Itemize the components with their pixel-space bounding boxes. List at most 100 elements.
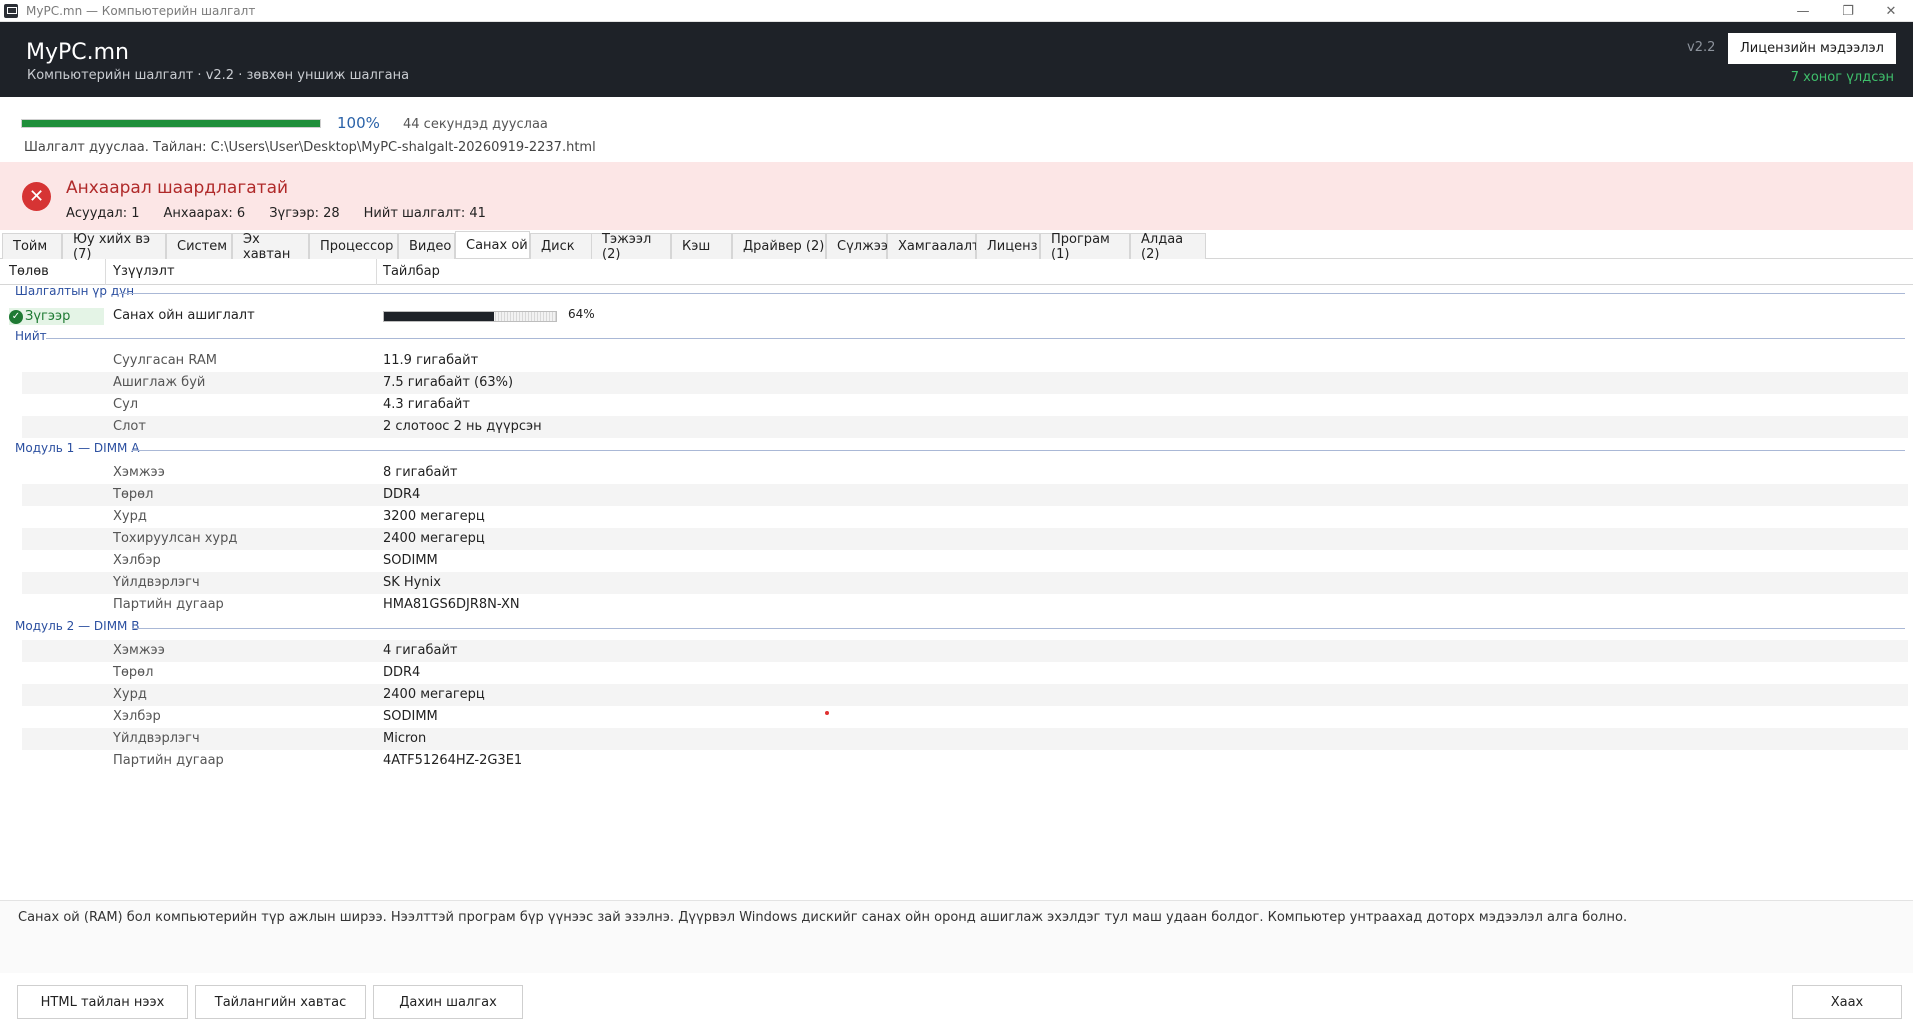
row-key: Слот (113, 419, 146, 434)
row-value: DDR4 (383, 665, 421, 680)
section-title: Нийт (15, 329, 47, 343)
alert-title: Анхаарал шаардлагатай (66, 178, 289, 198)
row-key: Суулгасан RAM (113, 353, 217, 368)
column-divider[interactable] (105, 259, 106, 285)
table-row[interactable]: Үйлдвэрлэгч Micron (22, 728, 1908, 750)
close-window-button[interactable]: ✕ (1869, 0, 1913, 22)
row-key: Хурд (113, 509, 147, 524)
license-info-button[interactable]: Лицензийн мэдээлэл (1728, 33, 1896, 64)
row-value: 2 слотоос 2 нь дүүрсэн (383, 419, 542, 434)
tab-overview[interactable]: Тойм (2, 233, 62, 259)
row-value: 4.3 гигабайт (383, 397, 470, 412)
table-row[interactable]: Тохируулсан хурд 2400 мегагерц (22, 528, 1908, 550)
row-key: Төрөл (113, 487, 154, 502)
tab-motherboard[interactable]: Эх хавтан (232, 232, 309, 262)
column-status[interactable]: Төлөв (9, 264, 49, 279)
table-row[interactable]: Хэмжээ 8 гигабайт (22, 462, 1908, 484)
scan-progress-percent: 100% (337, 114, 380, 132)
section-divider (132, 450, 1905, 451)
table-row[interactable]: Хэлбэр SODIMM (22, 550, 1908, 572)
row-value: SK Hynix (383, 575, 441, 590)
scan-progress-fill (22, 120, 320, 127)
tab-strip: Тойм Юу хийх вэ (7) Систем Эх хавтан Про… (0, 231, 1913, 262)
row-value: SODIMM (383, 709, 438, 724)
column-description[interactable]: Тайлбар (383, 264, 440, 279)
tab-security[interactable]: Хамгаалалт (887, 233, 980, 259)
row-key: Сул (113, 397, 139, 412)
row-key: Хэлбэр (113, 553, 161, 568)
row-key: Үйлдвэрлэгч (113, 731, 200, 746)
section-divider (46, 338, 1905, 339)
row-key: Төрөл (113, 665, 154, 680)
tab-programs[interactable]: Програм (1) (1040, 232, 1130, 262)
check-circle-icon: ✓ (9, 309, 23, 324)
table-row[interactable]: Хэмжээ 4 гигабайт (22, 640, 1908, 662)
tab-errors[interactable]: Алдаа (2) (1130, 232, 1206, 262)
table-row[interactable]: Сул 4.3 гигабайт (22, 394, 1908, 416)
close-button[interactable]: Хаах (1792, 985, 1902, 1019)
tab-disk[interactable]: Диск (530, 233, 595, 259)
table-row[interactable]: Суулгасан RAM 11.9 гигабайт (22, 350, 1908, 372)
section-header: Модуль 1 — DIMM A (15, 441, 1905, 459)
tab-cache[interactable]: Кэш (671, 233, 732, 259)
row-key: Санах ойн ашиглалт (113, 308, 255, 323)
scan-duration: 44 секундэд дууслаа (403, 117, 548, 132)
report-folder-button[interactable]: Тайлангийн хавтас (195, 985, 366, 1019)
memory-usage-bar (383, 311, 557, 322)
tab-system[interactable]: Систем (166, 233, 232, 259)
row-value: 3200 мегагерц (383, 509, 485, 524)
section-header: Модуль 2 — DIMM B (15, 619, 1905, 637)
section-title: Модуль 2 — DIMM B (15, 619, 140, 633)
table-row[interactable]: Хурд 3200 мегагерц (22, 506, 1908, 528)
table-row[interactable]: ✓ Зүгээр Санах ойн ашиглалт (0, 305, 1908, 327)
table-row[interactable]: Партийн дугаар 4ATF51264HZ-2G3E1 (22, 750, 1908, 772)
memory-usage-fill (384, 312, 495, 321)
column-divider[interactable] (376, 259, 377, 285)
tab-power[interactable]: Тэжээл (2) (591, 232, 671, 262)
tab-todo[interactable]: Юу хийх вэ (7) (62, 232, 166, 262)
count-warnings: Анхаарах: 6 (163, 206, 246, 221)
row-value: Micron (383, 731, 427, 746)
scan-progress-bar (21, 119, 321, 128)
table-row[interactable]: Хэлбэр SODIMM (22, 706, 1908, 728)
description-panel: Санах ой (RAM) бол компьютерийн түр ажлы… (0, 900, 1913, 973)
recheck-button[interactable]: Дахин шалгах (373, 985, 523, 1019)
tab-memory[interactable]: Санах ой (455, 231, 530, 258)
section-divider (119, 293, 1905, 294)
row-key: Хурд (113, 687, 147, 702)
app-header: MyPC.mn Компьютерийн шалгалт · v2.2 · зө… (0, 22, 1913, 97)
tab-processor[interactable]: Процессор (309, 233, 398, 259)
table-row[interactable]: Төрөл DDR4 (22, 484, 1908, 506)
row-value: 8 гигабайт (383, 465, 458, 480)
row-value: SODIMM (383, 553, 438, 568)
row-key: Ашиглаж буй (113, 375, 206, 390)
row-key: Хэмжээ (113, 643, 165, 658)
minimize-button[interactable]: — (1781, 0, 1825, 22)
open-html-report-button[interactable]: HTML тайлан нээх (17, 985, 188, 1019)
memory-usage-percent: 64% (568, 307, 595, 321)
section-divider (132, 628, 1905, 629)
table-row[interactable]: Партийн дугаар HMA81GS6DJR8N-XN (22, 594, 1908, 616)
table-header: Төлөв Үзүүлэлт Тайлбар (0, 259, 1913, 285)
table-row[interactable]: Төрөл DDR4 (22, 662, 1908, 684)
tab-drivers[interactable]: Драйвер (2) (732, 233, 826, 259)
table-row[interactable]: Хурд 2400 мегагерц (22, 684, 1908, 706)
section-header: Шалгалтын үр дүн (15, 284, 1905, 302)
description-text: Санах ой (RAM) бол компьютерийн түр ажлы… (18, 910, 1628, 925)
error-x-icon: ✕ (22, 182, 51, 211)
tab-network[interactable]: Сүлжээ (826, 233, 888, 259)
column-parameter[interactable]: Үзүүлэлт (113, 264, 175, 279)
table-row[interactable]: Үйлдвэрлэгч SK Hynix (22, 572, 1908, 594)
row-key: Хэмжээ (113, 465, 165, 480)
table-row[interactable]: Ашиглаж буй 7.5 гигабайт (63%) (22, 372, 1908, 394)
restore-button[interactable]: ❐ (1826, 0, 1870, 22)
row-value: 4ATF51264HZ-2G3E1 (383, 753, 523, 768)
brand-subtitle: Компьютерийн шалгалт · v2.2 · зөвхөн унш… (27, 68, 410, 83)
row-key: Үйлдвэрлэгч (113, 575, 200, 590)
tab-video[interactable]: Видео (398, 233, 455, 259)
table-row[interactable]: Слот 2 слотоос 2 нь дүүрсэн (22, 416, 1908, 438)
section-title: Шалгалтын үр дүн (15, 284, 135, 298)
alert-counts: Асуудал: 1 Анхаарах: 6 Зүгээр: 28 Нийт ш… (66, 206, 486, 221)
tab-license[interactable]: Лиценз (976, 233, 1040, 259)
row-key: Хэлбэр (113, 709, 161, 724)
